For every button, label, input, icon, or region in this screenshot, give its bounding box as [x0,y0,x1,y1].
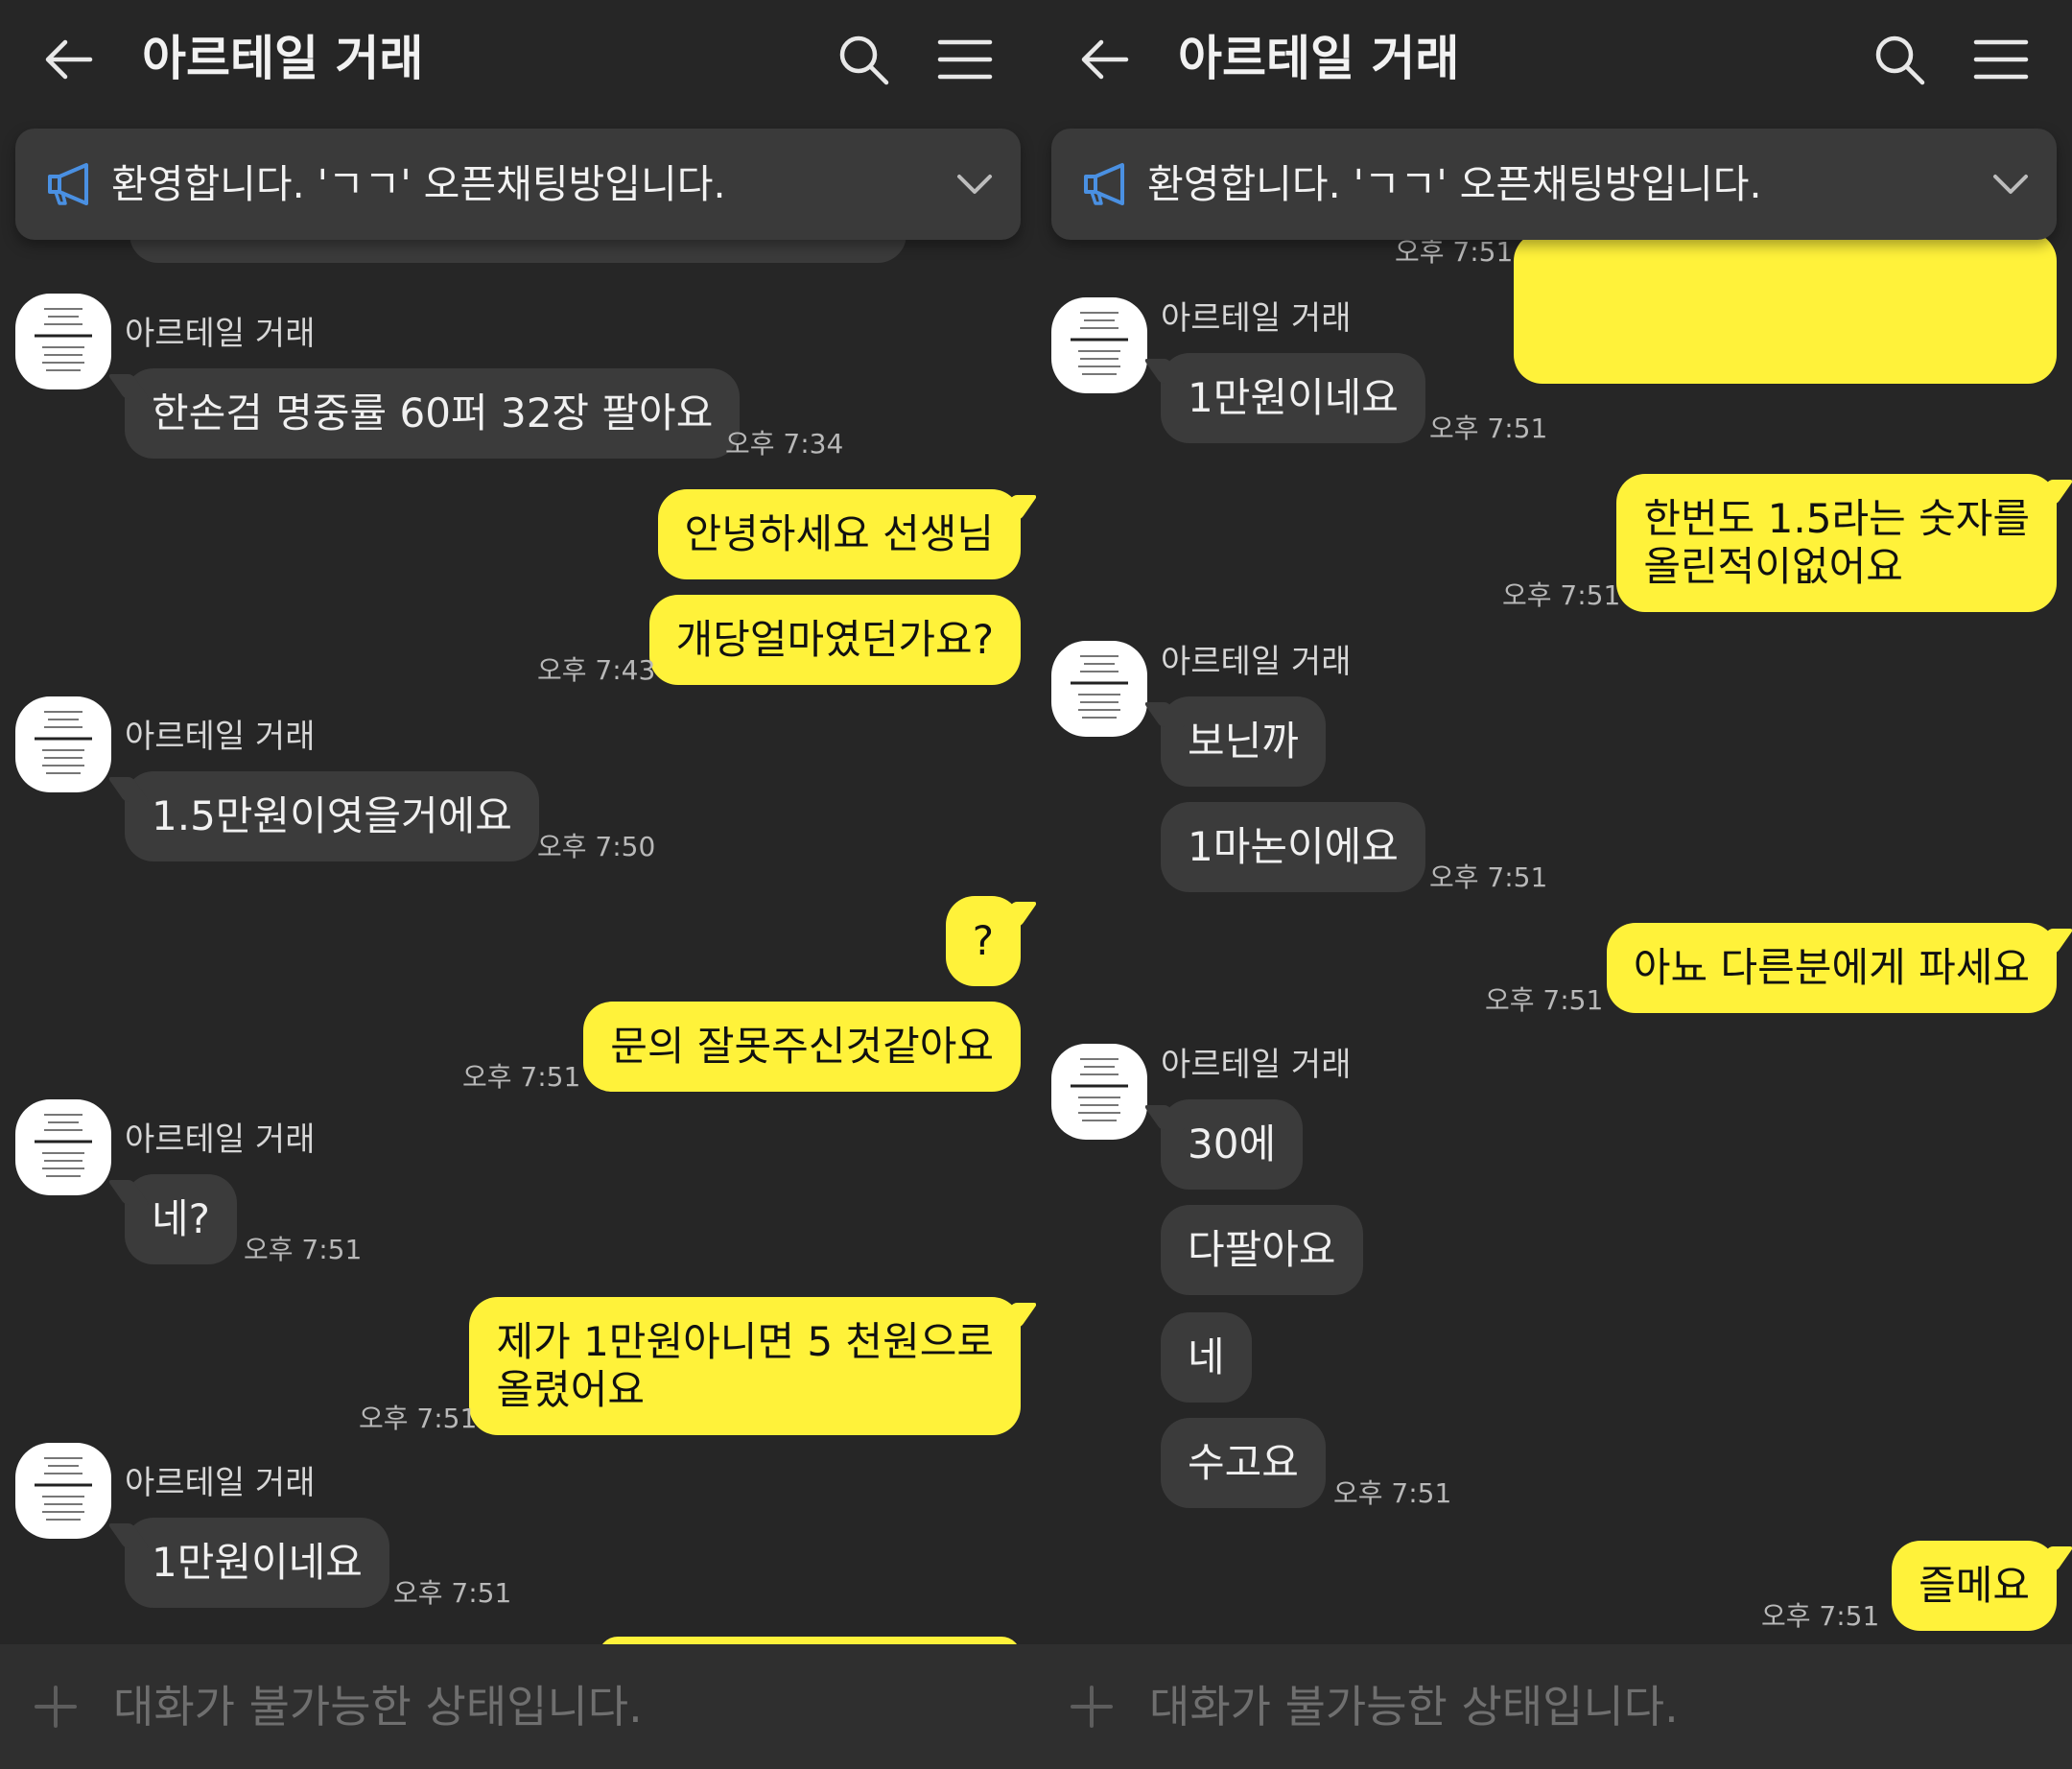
message-time: 오후 7:51 [1429,413,1548,444]
input-placeholder: 대화가 불가능한 상태입니다. [113,1681,643,1733]
sender-name: 아르테일 거래 [1161,299,1352,338]
incoming-message[interactable]: 보닌까 [1161,696,1326,787]
sender-name: 아르테일 거래 [125,718,316,756]
message-line: 올린적이없어요 [1643,543,1903,590]
avatar[interactable] [1051,1044,1147,1140]
sender-name: 아르테일 거래 [125,1120,316,1159]
outgoing-message[interactable]: 개당얼마였던가요? [648,595,1021,685]
avatar[interactable] [1051,297,1147,393]
message-time: 오후 7:51 [462,1061,581,1093]
header: 아르테일 거래 [1036,0,2072,117]
megaphone-icon [44,157,98,211]
avatar[interactable] [15,1099,111,1195]
message-time: 오후 7:51 [1395,236,1514,268]
sender-name: 아르테일 거래 [125,1464,316,1502]
outgoing-message[interactable]: 아뇨 다른분에게 파세요 [1606,923,2057,1013]
chat-screen-left: 아르테일 거래 환영합니다. 'ㄱㄱ' 오픈채팅방입니다. 아르테일 거래 한손… [0,0,1036,1769]
back-arrow-icon[interactable] [1074,29,1136,90]
incoming-message[interactable]: 다팔아요 [1161,1205,1363,1295]
hamburger-menu-icon[interactable] [934,29,996,90]
chat-title: 아르테일 거래 [1178,31,1460,86]
notice-text: 환영합니다. 'ㄱㄱ' 오픈채팅방입니다. [1147,161,1762,207]
avatar[interactable] [1051,641,1147,737]
notice-banner[interactable]: 환영합니다. 'ㄱㄱ' 오픈채팅방입니다. [15,129,1021,240]
message-list[interactable]: 오후 7:51 아르테일 거래 1만원이네요 오후 7:51 한번도 1.5라는… [1036,117,2072,1644]
message-time: 오후 7:43 [537,654,656,686]
message-input-bar[interactable]: 대화가 불가능한 상태입니다. [0,1644,1036,1769]
message-time: 오후 7:50 [537,831,656,862]
search-icon[interactable] [1869,29,1930,90]
incoming-message[interactable]: 1만원이네요 [125,1518,389,1608]
partial-message-bubble [1514,232,2057,384]
incoming-message[interactable]: 1만원이네요 [1161,353,1425,443]
message-time: 오후 7:51 [1502,579,1621,611]
message-time: 오후 7:51 [1761,1600,1880,1632]
incoming-message[interactable]: 1마논이에요 [1161,802,1425,892]
message-line: 한번도 1.5라는 숫자를 [1643,495,2030,542]
partial-message-bubble [599,1637,1021,1644]
outgoing-message[interactable]: 안녕하세요 선생님 [657,489,1021,579]
sender-name: 아르테일 거래 [1161,643,1352,681]
message-time: 오후 7:51 [359,1403,478,1434]
message-time: 오후 7:51 [1429,861,1548,893]
message-line: 올렸어요 [496,1366,646,1413]
incoming-message[interactable]: 한손검 명중률 60퍼 32장 팔아요 [125,368,741,459]
outgoing-message[interactable]: 문의 잘못주신것같아요 [583,1002,1021,1092]
sender-name: 아르테일 거래 [125,315,316,353]
outgoing-message[interactable]: 한번도 1.5라는 숫자를 올린적이없어요 [1616,474,2057,612]
plus-icon[interactable] [33,1684,79,1730]
avatar[interactable] [15,294,111,389]
chat-title: 아르테일 거래 [142,31,424,86]
avatar[interactable] [15,696,111,792]
plus-icon[interactable] [1069,1684,1115,1730]
message-time: 오후 7:51 [1485,984,1604,1016]
back-arrow-icon[interactable] [38,29,100,90]
message-time: 오후 7:34 [725,428,844,460]
notice-banner[interactable]: 환영합니다. 'ㄱㄱ' 오픈채팅방입니다. [1051,129,2057,240]
message-time: 오후 7:51 [1333,1477,1452,1509]
message-time: 오후 7:51 [244,1234,363,1265]
message-line: 제가 1만원아니면 5 천원으로 [496,1318,994,1365]
outgoing-message[interactable]: 즐메요 [1892,1541,2057,1631]
incoming-message[interactable]: 1.5만원이엿을거에요 [125,771,539,861]
notice-text: 환영합니다. 'ㄱㄱ' 오픈채팅방입니다. [111,161,726,207]
hamburger-menu-icon[interactable] [1970,29,2032,90]
outgoing-message[interactable]: ? [945,896,1021,986]
megaphone-icon [1080,157,1134,211]
incoming-message[interactable]: 네? [125,1174,237,1264]
chevron-down-icon[interactable] [1988,161,2034,207]
message-time: 오후 7:51 [393,1577,512,1609]
avatar[interactable] [15,1443,111,1539]
message-input-bar[interactable]: 대화가 불가능한 상태입니다. [1036,1644,2072,1769]
chevron-down-icon[interactable] [952,161,998,207]
incoming-message[interactable]: 수고요 [1161,1418,1326,1508]
search-icon[interactable] [833,29,894,90]
incoming-message[interactable]: 네 [1161,1312,1252,1403]
header: 아르테일 거래 [0,0,1036,117]
input-placeholder: 대화가 불가능한 상태입니다. [1149,1681,1679,1733]
sender-name: 아르테일 거래 [1161,1046,1352,1084]
message-list[interactable]: 아르테일 거래 한손검 명중률 60퍼 32장 팔아요 오후 7:34 안녕하세… [0,117,1036,1644]
incoming-message[interactable]: 30에 [1161,1099,1304,1190]
outgoing-message[interactable]: 제가 1만원아니면 5 천원으로 올렸어요 [469,1297,1021,1435]
chat-screen-right: 아르테일 거래 오후 7:51 아르테일 거래 1만원이네요 오후 7:51 한… [1036,0,2072,1769]
